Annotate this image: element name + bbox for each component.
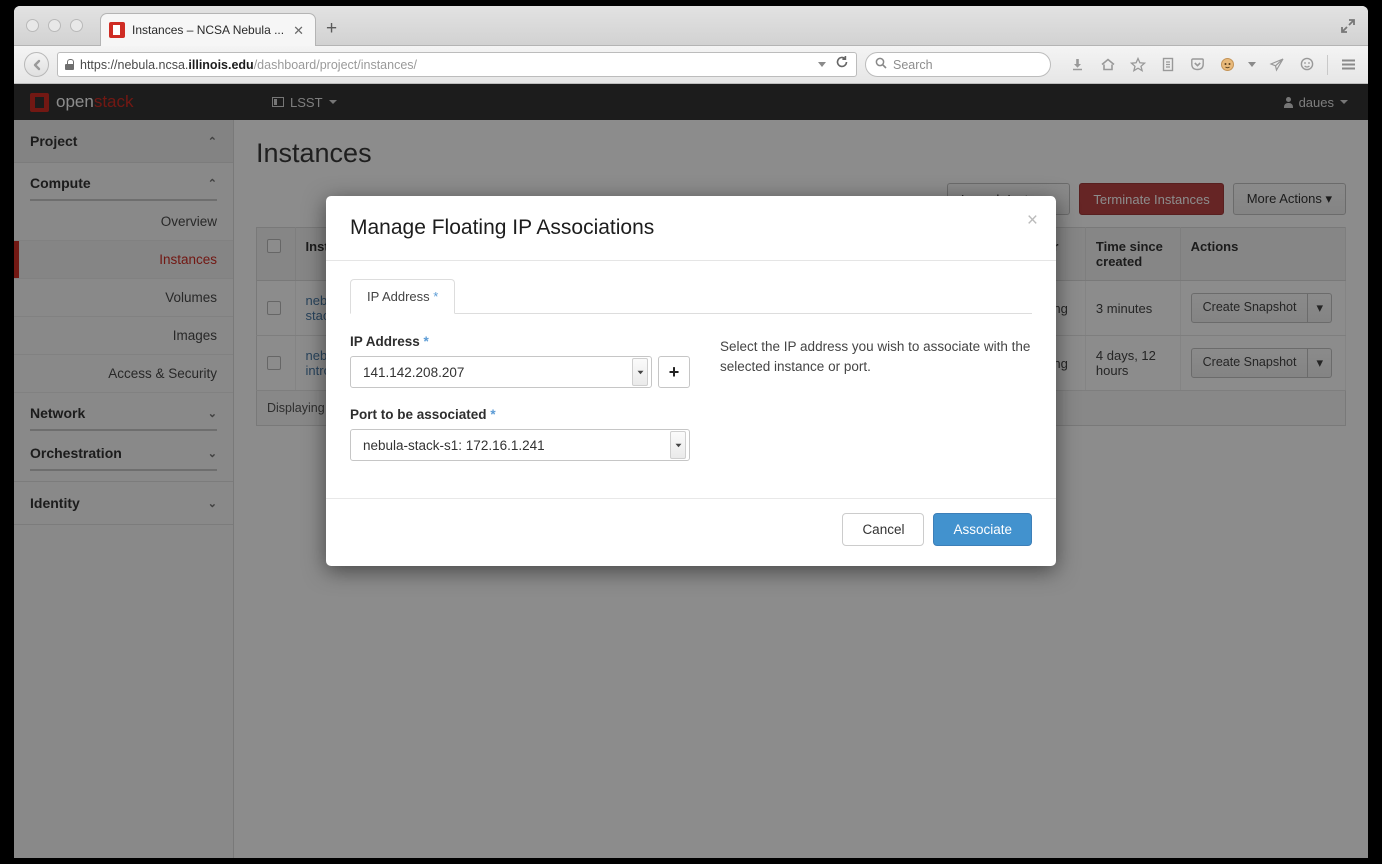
- address-bar-actions: [818, 55, 849, 74]
- chevron-down-icon-port[interactable]: [670, 431, 686, 459]
- modal-help-text: Select the IP address you wish to associ…: [720, 339, 1031, 375]
- new-tab-button[interactable]: +: [326, 19, 337, 38]
- chevron-down-icon-2[interactable]: [1248, 62, 1256, 67]
- ip-address-select[interactable]: 141.142.208.207: [350, 356, 652, 388]
- ip-address-value: 141.142.208.207: [363, 364, 465, 380]
- minimize-window-button[interactable]: [48, 19, 61, 32]
- search-input[interactable]: Search: [893, 58, 933, 72]
- url-path: /dashboard/project/instances/: [253, 57, 417, 72]
- floating-ip-modal: Manage Floating IP Associations × IP Add…: [326, 196, 1056, 566]
- modal-tabs: IP Address *: [350, 279, 1032, 314]
- close-window-button[interactable]: [26, 19, 39, 32]
- modal-title: Manage Floating IP Associations: [350, 216, 655, 239]
- toolbar-icons: [1068, 54, 1358, 75]
- required-marker: *: [433, 289, 439, 304]
- chat-icon[interactable]: [1297, 55, 1316, 74]
- modal-form-row: IP Address * 141.142.208.207 + Port to b…: [350, 334, 1032, 480]
- ip-address-group: 141.142.208.207 +: [350, 356, 690, 388]
- port-value: nebula-stack-s1: 172.16.1.241: [363, 437, 545, 453]
- screenshot-root: Instances – NCSA Nebula ... ✕ + https://…: [0, 0, 1382, 864]
- ip-address-label: IP Address *: [350, 334, 690, 349]
- port-label: Port to be associated *: [350, 407, 690, 422]
- port-label-text: Port to be associated: [350, 407, 487, 422]
- port-select[interactable]: nebula-stack-s1: 172.16.1.241: [350, 429, 690, 461]
- openstack-favicon: [109, 22, 125, 38]
- user-avatar-icon[interactable]: [1218, 55, 1237, 74]
- reload-icon[interactable]: [835, 55, 849, 74]
- send-tab-icon[interactable]: [1267, 55, 1286, 74]
- ip-required-marker: *: [423, 334, 429, 349]
- modal-form-column: IP Address * 141.142.208.207 + Port to b…: [350, 334, 690, 480]
- browser-tab-bar: Instances – NCSA Nebula ... ✕ +: [14, 6, 1368, 46]
- address-bar[interactable]: https://nebula.ncsa.illinois.edu/dashboa…: [57, 52, 857, 77]
- pocket-icon[interactable]: [1188, 55, 1207, 74]
- tab-ip-address[interactable]: IP Address *: [350, 279, 456, 314]
- bookmark-star-icon[interactable]: [1128, 55, 1147, 74]
- close-icon[interactable]: ×: [1027, 211, 1038, 230]
- back-button[interactable]: [24, 52, 49, 77]
- browser-tab[interactable]: Instances – NCSA Nebula ... ✕: [100, 13, 316, 46]
- url-prefix: https://nebula.ncsa.: [80, 57, 189, 72]
- chevron-down-icon[interactable]: [818, 62, 826, 67]
- modal-footer: Cancel Associate: [326, 498, 1056, 566]
- chevron-down-icon-ip[interactable]: [632, 358, 648, 386]
- browser-window: Instances – NCSA Nebula ... ✕ + https://…: [14, 6, 1368, 858]
- ip-address-label-text: IP Address: [350, 334, 420, 349]
- port-required-marker: *: [490, 407, 496, 422]
- toolbar-divider: [1327, 54, 1328, 75]
- modal-header: Manage Floating IP Associations ×: [326, 196, 1056, 261]
- cancel-button[interactable]: Cancel: [842, 513, 925, 546]
- add-ip-button[interactable]: +: [658, 356, 690, 388]
- openstack-dashboard: openstack LSST daues Project ⌃ Compute ⌃…: [14, 84, 1368, 858]
- url-domain: illinois.edu: [188, 57, 254, 72]
- tab-title: Instances – NCSA Nebula ...: [132, 23, 285, 37]
- search-icon: [875, 56, 887, 74]
- url-text: https://nebula.ncsa.illinois.edu/dashboa…: [80, 58, 417, 72]
- fullscreen-icon[interactable]: [1338, 16, 1358, 36]
- close-tab-icon[interactable]: ✕: [290, 24, 307, 37]
- library-icon[interactable]: [1158, 55, 1177, 74]
- downloads-icon[interactable]: [1068, 55, 1087, 74]
- associate-button[interactable]: Associate: [933, 513, 1032, 546]
- hamburger-menu-icon[interactable]: [1339, 55, 1358, 74]
- search-box[interactable]: Search: [865, 52, 1051, 77]
- modal-body: IP Address * IP Address * 141.142.208.20…: [326, 261, 1056, 488]
- lock-icon: [65, 59, 74, 70]
- port-group: nebula-stack-s1: 172.16.1.241: [350, 429, 690, 461]
- window-controls: [26, 19, 83, 32]
- browser-toolbar: https://nebula.ncsa.illinois.edu/dashboa…: [14, 46, 1368, 84]
- home-icon[interactable]: [1098, 55, 1117, 74]
- tab-ip-address-label: IP Address: [367, 289, 430, 304]
- maximize-window-button[interactable]: [70, 19, 83, 32]
